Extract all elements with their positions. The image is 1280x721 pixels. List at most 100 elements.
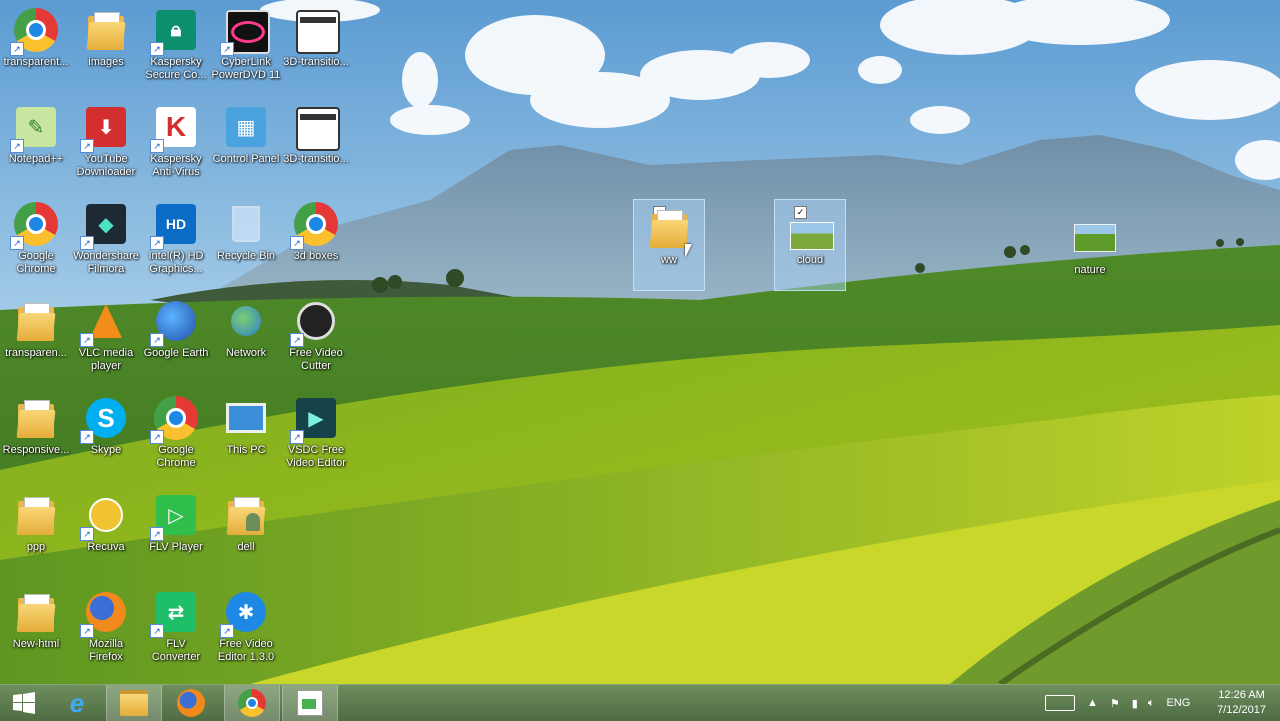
- desktop-icon-label: 3D-transitio...: [283, 153, 349, 165]
- start-button[interactable]: [0, 685, 48, 721]
- desktop-icon-label: VLC media player: [78, 347, 134, 372]
- desktop-icon-network[interactable]: Network: [211, 293, 281, 383]
- paint-icon: [297, 690, 323, 716]
- downloader-icon: ⬇ ↗: [80, 103, 130, 153]
- shortcut-arrow-icon: ↗: [290, 236, 304, 250]
- desktop-icon-folder[interactable]: transparen...: [1, 293, 71, 383]
- window-icon: [292, 103, 340, 151]
- flvconverter-icon: ⇄ ↗: [150, 588, 200, 638]
- taskbar-internet-explorer[interactable]: e: [50, 685, 104, 721]
- desktop-icon-downloader[interactable]: ⬇ ↗ YouTube Downloader: [71, 99, 141, 189]
- desktop-icon-chrome[interactable]: ↗ transparent...: [1, 2, 71, 92]
- desktop-icon-label: YouTube Downloader: [76, 153, 136, 178]
- desktop-icon-label: Control Panel: [212, 153, 280, 165]
- shortcut-arrow-icon: ↗: [150, 333, 164, 347]
- desktop-icon-chrome[interactable]: ↗ Google Chrome: [1, 196, 71, 286]
- firefox-icon: [177, 689, 205, 717]
- clock-time: 12:26 AM: [1218, 689, 1265, 701]
- intel-icon: HD ↗: [150, 200, 200, 250]
- desktop-icon-flvplayer[interactable]: ▷ ↗ FLV Player: [141, 487, 211, 577]
- desktop-icon-label: Mozilla Firefox: [88, 638, 124, 663]
- desktop-icon-chrome[interactable]: ↗ 3d boxes: [281, 196, 351, 286]
- desktop[interactable]: ↗ transparent... images 🔒︎ ↗ Kaspersky Secure…: [0, 0, 1280, 684]
- desktop-icon-label: Free Video Editor 1.3.0: [217, 638, 275, 663]
- kaspersky-av-icon: K ↗: [150, 103, 200, 153]
- taskbar-clock[interactable]: 12:26 AM 7/12/2017: [1217, 688, 1266, 718]
- language-indicator[interactable]: ENG: [1166, 697, 1190, 709]
- desktop-icon-nature[interactable]: nature: [1055, 210, 1125, 300]
- desktop-icon-label: Kaspersky Secure Co...: [145, 56, 207, 81]
- network-icon: [222, 297, 270, 345]
- desktop-icon-kaspersky-av[interactable]: K ↗ Kaspersky Anti-Virus: [141, 99, 211, 189]
- desktop-icon-cloud[interactable]: ✓ cloud: [774, 199, 846, 291]
- desktop-icon-folder[interactable]: ppp: [1, 487, 71, 577]
- kaspersky-secure-icon: 🔒︎ ↗: [150, 6, 200, 56]
- desktop-icon-label: Free Video Cutter: [289, 347, 343, 372]
- action-center-flag-icon[interactable]: ⚑: [1110, 697, 1120, 710]
- desktop-icon-label: CyberLink PowerDVD 11: [211, 56, 281, 81]
- desktop-icon-label: Google Earth: [143, 347, 209, 359]
- desktop-icon-label: transparen...: [5, 347, 67, 359]
- chrome-icon: [238, 689, 266, 717]
- control-panel-icon: ▦: [222, 103, 270, 151]
- power-icon[interactable]: ▮: [1132, 697, 1138, 710]
- desktop-icon-label: transparent...: [3, 56, 69, 68]
- desktop-icon-videocutter[interactable]: ↗ Free Video Cutter: [281, 293, 351, 383]
- desktop-icon-videoeditor[interactable]: ✱ ↗ Free Video Editor 1.3.0: [211, 584, 281, 674]
- taskbar-file-explorer[interactable]: [106, 685, 162, 721]
- desktop-icon-folder[interactable]: images: [71, 2, 141, 92]
- desktop-icon-earth[interactable]: ↗ Google Earth: [141, 293, 211, 383]
- desktop-icon-label: Wondershare Filmora: [73, 250, 139, 275]
- volume-icon[interactable]: 🔈︎: [1148, 697, 1155, 710]
- keyboard-icon[interactable]: [1045, 695, 1075, 711]
- folder-icon: [12, 394, 60, 442]
- shortcut-arrow-icon: ↗: [290, 430, 304, 444]
- desktop-icon-flvconverter[interactable]: ⇄ ↗ FLV Converter: [141, 584, 211, 674]
- desktop-icon-vsdc[interactable]: ▶ ↗ VSDC Free Video Editor: [281, 390, 351, 480]
- desktop-icon-label: 3d boxes: [293, 250, 339, 262]
- desktop-icon-control-panel[interactable]: ▦ Control Panel: [211, 99, 281, 189]
- desktop-icon-recuva[interactable]: ↗ Recuva: [71, 487, 141, 577]
- shortcut-arrow-icon: ↗: [220, 624, 234, 638]
- desktop-icon-kaspersky-secure[interactable]: 🔒︎ ↗ Kaspersky Secure Co...: [141, 2, 211, 92]
- filmora-icon: ◆ ↗: [80, 200, 130, 250]
- file-explorer-icon: [120, 690, 148, 716]
- thispc-icon: [222, 394, 270, 442]
- shortcut-arrow-icon: ↗: [150, 527, 164, 541]
- taskbar-chrome[interactable]: [224, 685, 280, 721]
- desktop-icon-label: nature: [1074, 264, 1106, 276]
- taskbar-firefox[interactable]: [164, 685, 218, 721]
- desktop-icon-notepad[interactable]: ✎ ↗ Notepad++: [1, 99, 71, 189]
- desktop-icon-intel[interactable]: HD ↗ Intel(R) HD Graphics...: [141, 196, 211, 286]
- desktop-icon-powerdvd[interactable]: ↗ CyberLink PowerDVD 11: [211, 2, 281, 92]
- videoeditor-icon: ✱ ↗: [220, 588, 270, 638]
- desktop-icon-chrome[interactable]: ↗ Google Chrome: [141, 390, 211, 480]
- desktop-icon-label: Kaspersky Anti-Virus: [150, 153, 202, 178]
- desktop-icon-vlc[interactable]: ↗ VLC media player: [71, 293, 141, 383]
- desktop-icon-folder-user[interactable]: dell: [211, 487, 281, 577]
- desktop-icon-window[interactable]: 3D-transitio...: [281, 2, 351, 92]
- recycle-icon: [222, 200, 270, 248]
- desktop-icon-filmora[interactable]: ◆ ↗ Wondershare Filmora: [71, 196, 141, 286]
- shortcut-arrow-icon: ↗: [80, 527, 94, 541]
- desktop-icon-firefox[interactable]: ↗ Mozilla Firefox: [71, 584, 141, 674]
- taskbar-paint[interactable]: [282, 685, 338, 721]
- folder-icon: [82, 6, 130, 54]
- image-file-icon: ✓: [786, 204, 834, 252]
- desktop-icon-thispc[interactable]: This PC: [211, 390, 281, 480]
- shortcut-arrow-icon: ↗: [80, 139, 94, 153]
- desktop-icon-window[interactable]: 3D-transitio...: [281, 99, 351, 189]
- show-hidden-icons-icon[interactable]: ▲: [1087, 697, 1098, 709]
- desktop-icon-folder[interactable]: Responsive...: [1, 390, 71, 480]
- desktop-icon-skype[interactable]: S ↗ Skype: [71, 390, 141, 480]
- desktop-icon-label: ww: [661, 254, 677, 266]
- desktop-icon-recycle[interactable]: Recycle Bin: [211, 196, 281, 286]
- internet-explorer-icon: e: [69, 688, 85, 718]
- clock-date: 7/12/2017: [1217, 704, 1266, 716]
- image-file-icon: [1066, 214, 1116, 262]
- vsdc-icon: ▶ ↗: [290, 394, 340, 444]
- desktop-icon-ww[interactable]: ww: [633, 199, 705, 291]
- checkbox-icon[interactable]: ✓: [794, 206, 807, 219]
- desktop-icon-folder[interactable]: New-html: [1, 584, 71, 674]
- desktop-icon-label: cloud: [796, 254, 824, 266]
